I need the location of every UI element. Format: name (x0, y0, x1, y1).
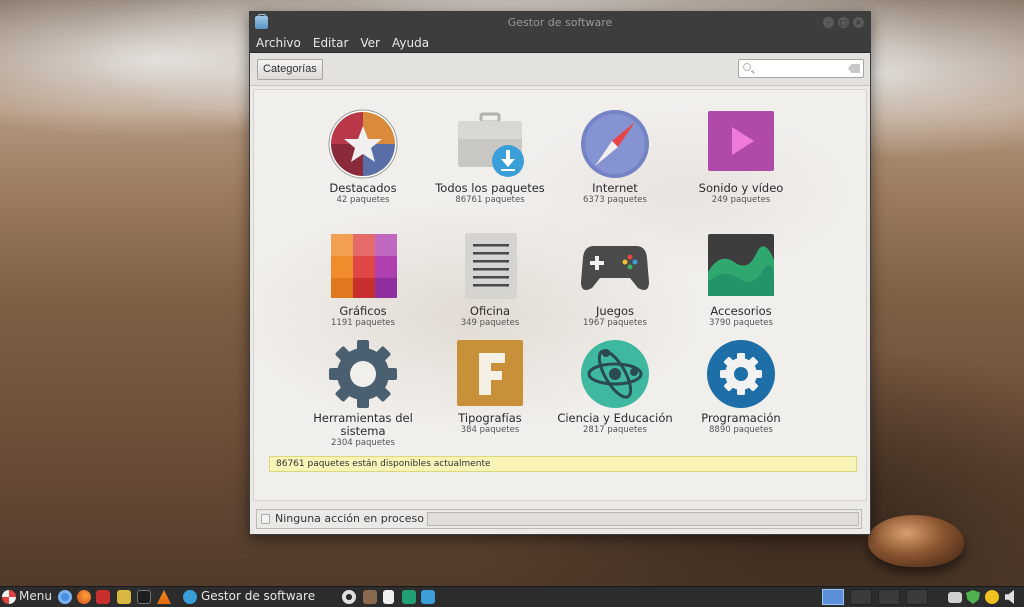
gear-circle-icon (706, 339, 776, 409)
categories-panel: Destacados 42 paquetes Todos los paquete… (253, 89, 867, 501)
category-todos[interactable]: Todos los paquetes 86761 paquetes (420, 109, 560, 205)
category-name: Todos los paquetes (435, 181, 545, 195)
clear-search-icon[interactable] (848, 64, 860, 73)
file-manager-icon[interactable] (117, 590, 131, 604)
category-sonido[interactable]: Sonido y vídeo 249 paquetes (671, 109, 811, 205)
software-center-icon[interactable] (421, 590, 435, 604)
workspace-3[interactable] (878, 589, 900, 605)
menu-logo-icon[interactable] (2, 590, 16, 604)
software-manager-task-icon (183, 590, 197, 604)
category-name: Ciencia y Educación (557, 411, 673, 425)
category-count: 3790 paquetes (709, 318, 773, 328)
vlc-icon[interactable] (157, 590, 171, 604)
software-manager-window: Gestor de software – □ × Archivo Editar … (249, 11, 871, 535)
window-titlebar[interactable]: Gestor de software – □ × (250, 12, 870, 34)
menu-bar: Archivo Editar Ver Ayuda (250, 34, 870, 53)
category-name: Accesorios (710, 304, 772, 318)
category-count: 249 paquetes (711, 195, 771, 205)
app-icon (255, 14, 268, 29)
menu-ayuda[interactable]: Ayuda (392, 36, 429, 50)
close-icon[interactable]: × (853, 17, 864, 28)
terminal-icon[interactable] (137, 590, 151, 604)
category-name: Juegos (595, 304, 635, 318)
search-input[interactable] (755, 60, 843, 77)
menu-ver[interactable]: Ver (360, 36, 380, 50)
category-count: 8890 paquetes (709, 425, 773, 435)
category-herramientas[interactable]: Herramientas del sistema 2304 paquetes (293, 339, 433, 448)
category-name: Programación (701, 411, 781, 425)
progress-bar (427, 512, 859, 526)
document-app-icon[interactable] (383, 590, 394, 604)
category-destacados[interactable]: Destacados 42 paquetes (293, 109, 433, 205)
category-oficina[interactable]: Oficina 349 paquetes (420, 232, 560, 328)
category-name: Gráficos (339, 304, 387, 318)
search-icon (743, 63, 751, 71)
action-status-text: Ninguna acción en proceso (275, 512, 425, 525)
packages-available-status: 86761 paquetes están disponibles actualm… (269, 456, 857, 472)
window-title: Gestor de software (507, 16, 613, 29)
star-icon (328, 109, 398, 179)
display-icon[interactable] (948, 592, 962, 603)
desktop-wallpaper-rock (868, 515, 964, 567)
category-count: 6373 paquetes (583, 195, 647, 205)
menu-archivo[interactable]: Archivo (256, 36, 301, 50)
volume-icon[interactable] (1005, 590, 1014, 604)
menu-editar[interactable]: Editar (313, 36, 349, 50)
action-icon (261, 514, 270, 524)
filezilla-icon[interactable] (96, 590, 110, 604)
category-count: 86761 paquetes (455, 195, 525, 205)
gear-icon (328, 339, 398, 409)
categories-button[interactable]: Categorías (257, 59, 323, 80)
toolbar: Categorías (250, 53, 870, 86)
maximize-icon[interactable]: □ (838, 17, 849, 28)
gamepad-icon (580, 232, 650, 302)
workspace-4[interactable] (906, 589, 928, 605)
category-name: Internet (592, 181, 638, 195)
menu-button[interactable]: Menu (19, 589, 52, 604)
font-icon (455, 339, 525, 409)
category-name: Sonido y vídeo (698, 181, 784, 195)
shield-icon[interactable] (966, 590, 980, 604)
task-software-manager[interactable]: Gestor de software (201, 589, 315, 604)
category-accesorios[interactable]: Accesorios 3790 paquetes (671, 232, 811, 328)
color-palette-icon (328, 232, 398, 302)
category-name: Tipografías (458, 411, 522, 425)
category-graficos[interactable]: Gráficos 1191 paquetes (293, 232, 433, 328)
category-count: 1191 paquetes (331, 318, 395, 328)
atom-icon (580, 339, 650, 409)
compass-icon (580, 109, 650, 179)
category-juegos[interactable]: Juegos 1967 paquetes (545, 232, 685, 328)
category-ciencia[interactable]: Ciencia y Educación 2817 paquetes (545, 339, 685, 435)
category-name: Herramientas del sistema (313, 411, 413, 438)
graphics-app-icon[interactable] (363, 590, 377, 604)
category-count: 2304 paquetes (331, 438, 395, 448)
category-count: 384 paquetes (460, 425, 520, 435)
search-box[interactable] (738, 59, 864, 78)
status-bar: Ninguna acción en proceso (256, 509, 862, 529)
category-count: 349 paquetes (460, 318, 520, 328)
category-count: 2817 paquetes (583, 425, 647, 435)
category-name: Oficina (469, 304, 511, 318)
download-package-icon (455, 109, 525, 179)
category-programacion[interactable]: Programación 8890 paquetes (671, 339, 811, 435)
update-icon[interactable] (985, 590, 999, 604)
settings-icon[interactable] (342, 590, 356, 604)
category-tipografias[interactable]: Tipografías 384 paquetes (420, 339, 560, 435)
category-name: Destacados (329, 181, 397, 195)
category-internet[interactable]: Internet 6373 paquetes (545, 109, 685, 205)
minimize-icon[interactable]: – (823, 17, 834, 28)
workspace-1[interactable] (822, 589, 844, 605)
workspace-2[interactable] (850, 589, 872, 605)
category-count: 42 paquetes (336, 195, 390, 205)
graph-icon (706, 232, 776, 302)
document-icon (455, 232, 525, 302)
firefox-icon[interactable] (77, 590, 91, 604)
package-app-icon[interactable] (402, 590, 416, 604)
chromium-icon[interactable] (58, 590, 72, 604)
play-icon (706, 109, 776, 179)
category-count: 1967 paquetes (583, 318, 647, 328)
taskbar: Menu Gestor de software (0, 586, 1024, 607)
